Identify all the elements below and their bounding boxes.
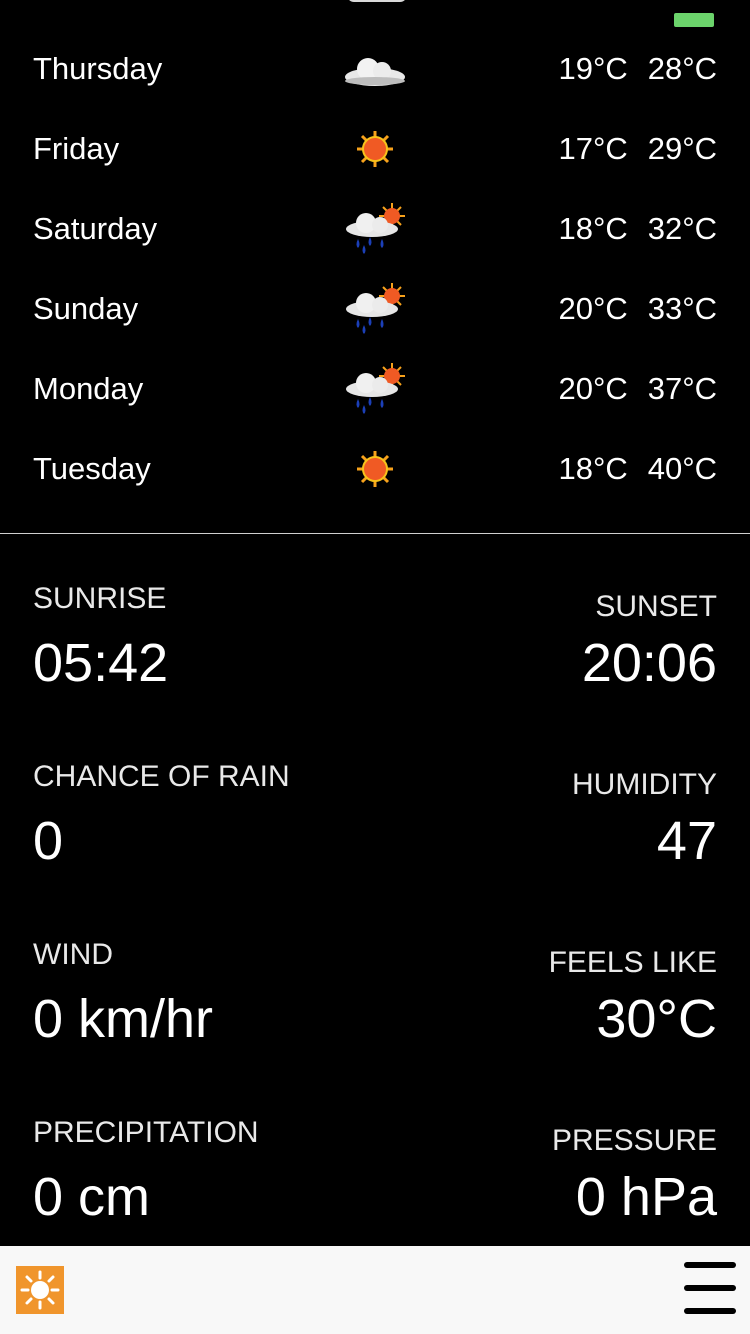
sunrise-value: 05:42 [33,633,169,693]
forecast-list: Thursday 19°C 28°C Friday 17°C 29°C Saturd… [0,29,750,509]
humidity-label: HUMIDITY [572,768,717,801]
temp-low: 18°C [558,451,628,486]
chance-of-rain-label: CHANCE OF RAIN [33,760,290,793]
temp-high: 28°C [647,51,717,86]
day-name: Tuesday [33,451,151,486]
feels-like-label: FEELS LIKE [548,946,717,979]
temperature-range: 20°C 37°C [558,370,717,408]
forecast-row-saturday: Saturday 18°C 32°C [0,189,750,269]
sun-times-section: SUNRISE SUNSET 05:42 20:06 [33,581,717,741]
forecast-row-friday: Friday 17°C 29°C [0,109,750,189]
temp-low: 17°C [558,131,628,166]
sunrise-label: SUNRISE [33,582,167,615]
sunset-value: 20:06 [581,633,717,693]
temp-high: 32°C [647,211,717,246]
wind-value: 0 km/hr [33,989,214,1049]
temp-low: 20°C [558,371,628,406]
bottom-bar [0,1246,750,1334]
forecast-row-sunday: Sunday 20°C 33°C [0,269,750,349]
forecast-row-tuesday: Tuesday 18°C 40°C [0,429,750,509]
forecast-row-thursday: Thursday 19°C 28°C [0,29,750,109]
rain-sun-icon [346,203,405,254]
temp-high: 33°C [647,291,717,326]
temperature-range: 18°C 40°C [558,450,717,488]
day-name: Sunday [33,291,139,326]
section-divider [0,533,750,534]
temp-high: 37°C [647,371,717,406]
day-name: Friday [33,131,120,166]
rain-sun-icon [346,283,405,334]
temperature-range: 20°C 33°C [558,290,717,328]
temp-low: 20°C [558,291,628,326]
menu-bar-line [684,1308,736,1314]
day-name: Thursday [33,51,163,86]
menu-bar-line [684,1262,736,1268]
hamburger-menu-icon[interactable] [684,1262,736,1316]
precipitation-value: 0 cm [33,1167,151,1227]
humidity-value: 47 [656,811,717,871]
day-name: Monday [33,371,144,406]
sunset-label: SUNSET [595,590,717,623]
sunny-icon [357,451,393,487]
cloud-icon [347,0,407,2]
battery-indicator-icon [674,13,714,27]
cloudy-icon [345,58,405,86]
day-name: Saturday [33,211,158,246]
rain-humidity-section: CHANCE OF RAIN HUMIDITY 0 47 [33,759,717,919]
chance-of-rain-value: 0 [33,811,64,871]
temperature-range: 19°C 28°C [558,50,717,88]
precipitation-label: PRECIPITATION [33,1116,259,1149]
menu-bar-line [684,1285,736,1291]
pressure-value: 0 hPa [575,1167,717,1227]
temp-high: 29°C [647,131,717,166]
temp-high: 40°C [647,451,717,486]
wind-label: WIND [33,938,113,971]
rain-sun-icon [346,363,405,414]
temperature-range: 18°C 32°C [558,210,717,248]
partial-forecast-row [0,0,750,8]
pressure-label: PRESSURE [551,1124,717,1157]
sunny-icon [357,131,393,167]
temperature-range: 17°C 29°C [558,130,717,168]
wind-feels-section: WIND FEELS LIKE 0 km/hr 30°C [33,937,717,1097]
feels-like-value: 30°C [596,989,717,1049]
temp-low: 19°C [558,51,628,86]
sun-glyph-icon [20,1270,60,1310]
temp-low: 18°C [558,211,628,246]
sun-logo-icon[interactable] [16,1266,64,1314]
forecast-row-monday: Monday 20°C 37°C [0,349,750,429]
